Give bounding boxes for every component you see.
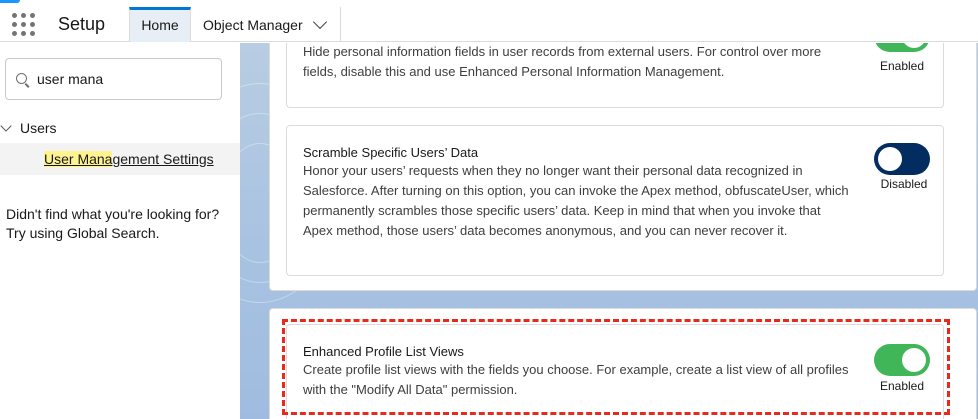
setting-title: Scramble Specific Users’ Data bbox=[303, 145, 479, 160]
toggle-knob bbox=[902, 43, 926, 48]
tree-group-label: Users bbox=[20, 120, 57, 136]
tab-home[interactable]: Home bbox=[129, 7, 191, 42]
toggle-status-label: Disabled bbox=[880, 177, 928, 191]
toggle-knob bbox=[878, 147, 902, 171]
tab-home-label: Home bbox=[141, 17, 179, 33]
toggle-status-label: Enabled bbox=[879, 59, 925, 73]
toggle-status-label: Enabled bbox=[879, 379, 925, 393]
scramble-users-toggle[interactable] bbox=[874, 143, 930, 175]
not-found-line-2: Try using Global Search. bbox=[6, 225, 160, 241]
tab-object-manager[interactable]: Object Manager bbox=[191, 7, 341, 42]
toggle-knob bbox=[902, 348, 926, 372]
quick-find-box[interactable] bbox=[5, 58, 222, 100]
global-header: Setup Home Object Manager bbox=[0, 0, 978, 42]
search-icon bbox=[16, 73, 27, 84]
search-match-highlight: User Mana bbox=[44, 151, 113, 167]
setting-card-scramble-users: Scramble Specific Users’ Data Honor your… bbox=[286, 125, 944, 276]
main-content: Hide personal information fields in user… bbox=[240, 43, 978, 419]
sidebar-item-label-rest: gement Settings bbox=[112, 151, 214, 167]
setting-description: Honor your users’ requests when they no … bbox=[303, 163, 849, 238]
setting-card-personal-info: Hide personal information fields in user… bbox=[286, 43, 944, 108]
tab-object-manager-label: Object Manager bbox=[203, 16, 303, 33]
setting-card-enhanced-profile-list-views: Enhanced Profile List Views Create profi… bbox=[286, 324, 944, 419]
app-title: Setup bbox=[58, 14, 106, 34]
chevron-down-icon[interactable] bbox=[0, 120, 12, 132]
quick-find-input[interactable] bbox=[37, 68, 217, 90]
brand-accent bbox=[0, 0, 20, 3]
enhanced-profile-list-views-toggle[interactable] bbox=[874, 344, 930, 376]
tree-group-users[interactable]: Users bbox=[0, 120, 57, 136]
setting-description: Hide personal information fields in user… bbox=[303, 44, 822, 79]
chevron-down-icon[interactable] bbox=[312, 14, 327, 29]
setting-title: Enhanced Profile List Views bbox=[303, 344, 464, 359]
not-found-message: Didn't find what you're looking for? Try… bbox=[6, 205, 236, 243]
setup-sidebar: Users User Management Settings Didn't fi… bbox=[0, 43, 240, 419]
personal-info-toggle[interactable] bbox=[874, 43, 930, 52]
app-launcher-icon[interactable] bbox=[12, 13, 36, 37]
not-found-line-1: Didn't find what you're looking for? bbox=[6, 206, 220, 222]
settings-panel: Hide personal information fields in user… bbox=[269, 43, 977, 291]
sidebar-item-label[interactable]: User Management Settings bbox=[44, 151, 214, 167]
setting-description: Create profile list views with the field… bbox=[303, 362, 849, 397]
sidebar-item-user-management-settings[interactable]: User Management Settings bbox=[0, 143, 240, 175]
settings-panel: Enhanced Profile List Views Create profi… bbox=[269, 308, 977, 419]
